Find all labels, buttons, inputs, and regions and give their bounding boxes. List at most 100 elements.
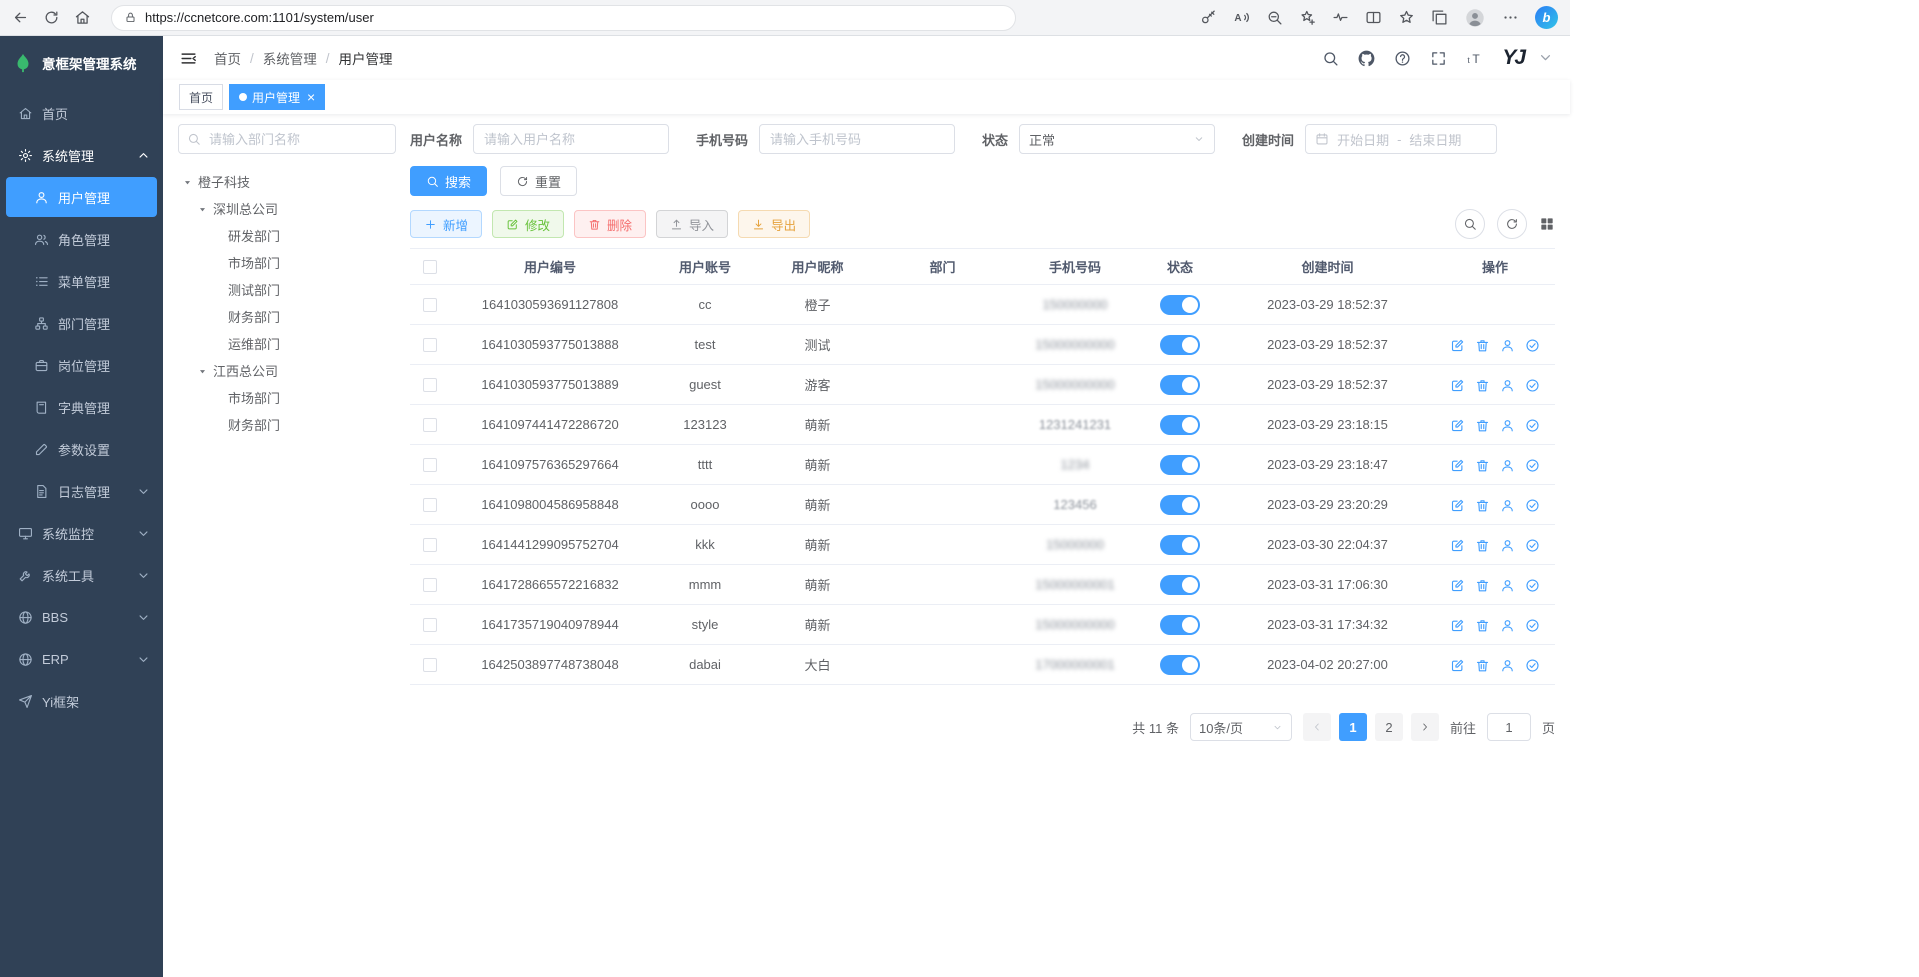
reset-password-icon[interactable] [1500,658,1515,673]
tab-close-icon[interactable]: × [307,90,315,104]
browser-home-icon[interactable] [74,9,91,26]
browser-more-icon[interactable] [1502,9,1519,26]
browser-essentials-icon[interactable] [1332,9,1349,26]
row-checkbox[interactable] [423,378,437,392]
delete-row-icon[interactable] [1475,458,1490,473]
edit-row-icon[interactable] [1450,538,1465,553]
reset-password-icon[interactable] [1500,578,1515,593]
view-tab[interactable]: 用户管理× [229,84,325,110]
tree-node[interactable]: 测试部门 [178,276,396,303]
browser-back-icon[interactable] [12,9,29,26]
status-toggle[interactable] [1160,655,1200,675]
collections-icon[interactable] [1431,9,1448,26]
sidebar-item[interactable]: ERP [0,638,163,680]
edit-button[interactable]: 修改 [492,210,564,238]
tree-node[interactable]: 财务部门 [178,303,396,330]
row-checkbox[interactable] [423,578,437,592]
tree-node[interactable]: 运维部门 [178,330,396,357]
split-screen-icon[interactable] [1365,9,1382,26]
tree-node[interactable]: 财务部门 [178,411,396,438]
zoom-icon[interactable] [1266,9,1283,26]
row-checkbox[interactable] [423,298,437,312]
user-avatar[interactable]: YJ [1502,46,1524,70]
tree-node[interactable]: 江西总公司 [178,357,396,384]
sidebar-item[interactable]: 字典管理 [0,386,163,428]
sidebar-item[interactable]: 菜单管理 [0,260,163,302]
url-bar[interactable]: https://ccnetcore.com:1101/system/user [111,5,1016,31]
reset-password-icon[interactable] [1500,618,1515,633]
tree-node[interactable]: 市场部门 [178,249,396,276]
reset-password-icon[interactable] [1500,538,1515,553]
tree-node[interactable]: 橙子科技 [178,168,396,195]
add-button[interactable]: 新增 [410,210,482,238]
browser-refresh-icon[interactable] [43,9,60,26]
edit-row-icon[interactable] [1450,418,1465,433]
delete-button[interactable]: 删除 [574,210,646,238]
next-page-button[interactable] [1411,713,1439,741]
font-size-icon[interactable]: tT [1466,50,1483,67]
phone-input[interactable] [759,124,955,154]
tree-node[interactable]: 市场部门 [178,384,396,411]
reset-password-icon[interactable] [1500,338,1515,353]
assign-role-icon[interactable] [1525,538,1540,553]
username-input[interactable] [473,124,669,154]
status-toggle[interactable] [1160,615,1200,635]
edit-row-icon[interactable] [1450,658,1465,673]
search-button[interactable]: 搜索 [410,166,487,196]
dept-search-input[interactable] [178,124,396,154]
row-checkbox[interactable] [423,418,437,432]
row-checkbox[interactable] [423,338,437,352]
assign-role-icon[interactable] [1525,338,1540,353]
date-range-picker[interactable]: 开始日期 - 结束日期 [1305,124,1497,154]
breadcrumb-item[interactable]: 首页 [214,48,241,68]
profile-avatar[interactable] [1464,7,1486,29]
sidebar-item[interactable]: 系统工具 [0,554,163,596]
edit-row-icon[interactable] [1450,338,1465,353]
edit-row-icon[interactable] [1450,618,1465,633]
assign-role-icon[interactable] [1525,458,1540,473]
import-button[interactable]: 导入 [656,210,728,238]
row-checkbox[interactable] [423,658,437,672]
tree-node[interactable]: 深圳总公司 [178,195,396,222]
assign-role-icon[interactable] [1525,658,1540,673]
github-icon[interactable] [1358,50,1375,67]
favorite-add-icon[interactable] [1299,9,1316,26]
tree-expand-icon[interactable] [197,365,213,377]
sidebar-item[interactable]: 岗位管理 [0,344,163,386]
reset-password-icon[interactable] [1500,378,1515,393]
help-icon[interactable] [1394,50,1411,67]
row-checkbox[interactable] [423,458,437,472]
toggle-search-button[interactable] [1455,209,1485,239]
status-toggle[interactable] [1160,335,1200,355]
sidebar-item[interactable]: 日志管理 [0,470,163,512]
goto-page-input[interactable] [1487,713,1531,741]
view-tab[interactable]: 首页 [179,84,223,110]
status-toggle[interactable] [1160,535,1200,555]
read-aloud-icon[interactable]: A [1233,9,1250,26]
status-toggle[interactable] [1160,295,1200,315]
assign-role-icon[interactable] [1525,418,1540,433]
sidebar-item[interactable]: 系统管理 [0,134,163,176]
edit-row-icon[interactable] [1450,578,1465,593]
prev-page-button[interactable] [1303,713,1331,741]
row-checkbox[interactable] [423,498,437,512]
delete-row-icon[interactable] [1475,378,1490,393]
status-toggle[interactable] [1160,415,1200,435]
column-settings-icon[interactable] [1539,216,1555,232]
status-toggle[interactable] [1160,375,1200,395]
sidebar-item[interactable]: BBS [0,596,163,638]
app-logo[interactable]: 意框架管理系统 [0,36,163,90]
export-button[interactable]: 导出 [738,210,810,238]
page-number-button[interactable]: 1 [1339,713,1367,741]
delete-row-icon[interactable] [1475,658,1490,673]
sidebar-item[interactable]: 角色管理 [0,218,163,260]
sidebar-item[interactable]: 用户管理 [6,177,157,217]
status-toggle[interactable] [1160,495,1200,515]
sidebar-item[interactable]: 参数设置 [0,428,163,470]
delete-row-icon[interactable] [1475,578,1490,593]
sidebar-item[interactable]: Yi框架 [0,680,163,722]
reset-password-icon[interactable] [1500,458,1515,473]
reset-password-icon[interactable] [1500,498,1515,513]
breadcrumb-item[interactable]: 系统管理 [263,48,317,68]
copilot-icon[interactable]: b [1535,6,1558,29]
